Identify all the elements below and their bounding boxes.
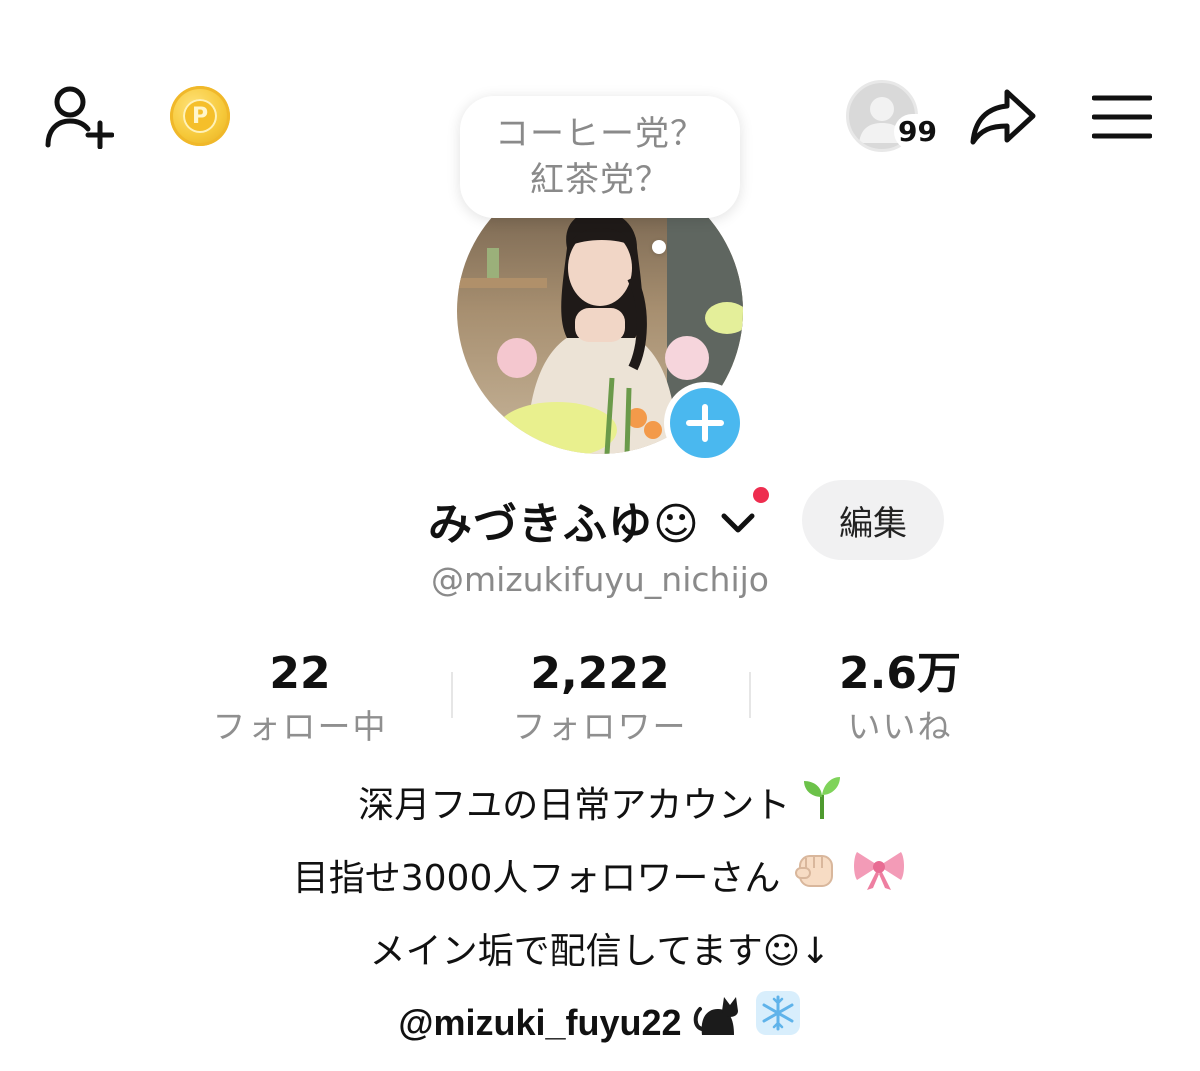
bio-line-1: 深月フユの日常アカウント [0, 770, 1200, 843]
bio-line-4[interactable]: @mizuki_fuyu22 [0, 987, 1200, 1061]
stat-label: フォロー中 [212, 707, 388, 746]
bubble-tail-dot [652, 240, 666, 254]
add-story-button[interactable] [664, 382, 746, 464]
stat-label: いいね [847, 707, 953, 746]
snowflake-icon [754, 989, 802, 1060]
stat-value: 22 [269, 648, 331, 699]
bio-line-2: 目指せ3000人フォロワーさん [0, 843, 1200, 916]
notification-dot [750, 484, 772, 506]
bio-line-3: メイン垢で配信してます☺↓ [0, 916, 1200, 987]
black-cat-icon [692, 989, 744, 1060]
profile-name[interactable]: みづきふゆ☺ [428, 480, 700, 560]
bio-mention-link[interactable]: @mizuki_fuyu22 [398, 1002, 681, 1043]
profile-stats: 22 フォロー中 2,222 フォロワー 2.6万 いいね [150, 644, 1050, 754]
edit-profile-button[interactable]: 編集 [802, 480, 944, 560]
stat-likes[interactable]: 2.6万 いいね [750, 644, 1050, 750]
stat-label: フォロワー [512, 707, 688, 746]
profile-name-row: みづきふゆ☺ 編集 [0, 480, 1200, 560]
add-friend-icon[interactable] [38, 82, 118, 152]
bio-line-1-text: 深月フユの日常アカウント [358, 785, 791, 826]
coin-icon[interactable]: P [170, 86, 230, 146]
share-icon[interactable] [964, 84, 1040, 150]
bio-line-2-text: 目指せ3000人フォロワーさん [292, 857, 781, 899]
chevron-down-icon[interactable] [718, 502, 758, 542]
ribbon-icon [851, 844, 907, 916]
hamburger-menu-icon[interactable] [1090, 92, 1154, 142]
status-bubble-line2: 紅茶党？ [530, 160, 670, 200]
profile-visitors-button[interactable]: 99 [846, 80, 946, 154]
seedling-icon [802, 772, 842, 843]
stat-value: 2.6万 [839, 648, 961, 699]
visitor-count: 99 [894, 114, 941, 150]
profile-bio: 深月フユの日常アカウント 目指せ3000人フォロワーさん メイン垢で配信してます… [0, 770, 1200, 1060]
raised-fist-icon [792, 844, 840, 916]
coin-letter: P [183, 99, 217, 133]
stat-following[interactable]: 22 フォロー中 [150, 644, 450, 750]
plus-icon [670, 388, 740, 458]
status-bubble-line1: コーヒー党？ [495, 114, 705, 154]
stat-value: 2,222 [530, 648, 670, 699]
bio-line-3-text: メイン垢で配信してます☺↓ [369, 930, 831, 972]
status-bubble[interactable]: コーヒー党？ 紅茶党？ [460, 96, 740, 218]
profile-handle: @mizukifuyu_nichijo [431, 560, 769, 599]
stat-followers[interactable]: 2,222 フォロワー [450, 644, 750, 750]
